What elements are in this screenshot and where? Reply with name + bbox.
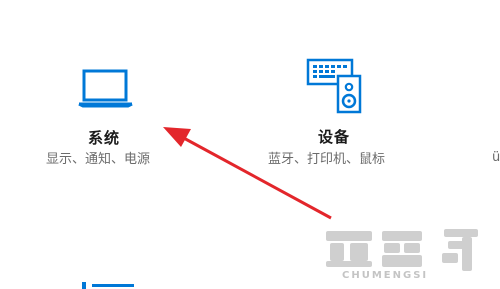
system-subtitle: 显示、通知、电源 xyxy=(46,152,151,167)
devices-icon xyxy=(305,58,367,116)
watermark-logo: CHUMENGSI xyxy=(324,227,494,283)
devices-title: 设备 xyxy=(318,128,351,146)
system-title: 系统 xyxy=(88,129,121,147)
partial-tile-icon xyxy=(78,276,138,289)
partial-tile-subtitle: ü xyxy=(492,150,500,165)
devices-subtitle: 蓝牙、打印机、鼠标 xyxy=(268,152,386,167)
watermark-brand-text: CHUMENGSI xyxy=(342,270,429,281)
laptop-icon xyxy=(76,66,136,114)
settings-home-page: 系统 显示、通知、电源 设备 蓝牙、打印机、鼠标 ü CHUMENGSI xyxy=(0,0,500,289)
